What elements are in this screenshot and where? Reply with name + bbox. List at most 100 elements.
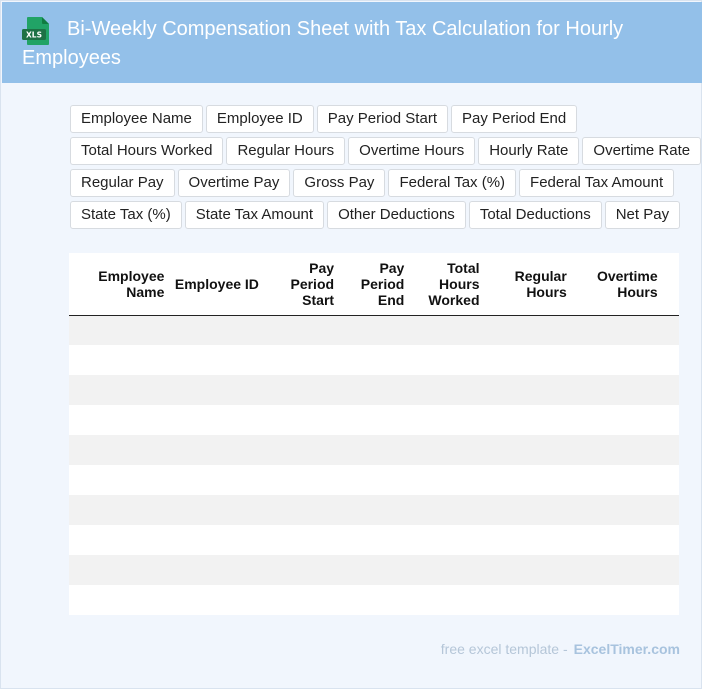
table-cell[interactable] [570, 435, 662, 465]
table-cell[interactable] [338, 495, 409, 525]
table-cell[interactable] [338, 525, 409, 555]
table-cell[interactable] [168, 525, 263, 555]
table-cell[interactable] [483, 315, 571, 345]
field-chip[interactable]: Regular Hours [226, 137, 346, 165]
table-cell[interactable] [483, 435, 571, 465]
table-cell[interactable] [69, 345, 169, 375]
table-cell[interactable] [570, 555, 662, 585]
field-chip[interactable]: Regular Pay [70, 169, 175, 197]
table-cell[interactable] [661, 495, 679, 525]
table-cell[interactable] [338, 405, 409, 435]
field-chip[interactable]: Overtime Pay [177, 169, 291, 197]
table-cell[interactable] [408, 465, 484, 495]
table-cell[interactable] [570, 375, 662, 405]
field-chip[interactable]: Pay Period End [450, 105, 578, 133]
table-cell[interactable] [69, 435, 169, 465]
column-header[interactable]: Hourly Rate [661, 253, 679, 316]
field-chip[interactable]: Net Pay [604, 201, 681, 229]
table-cell[interactable] [168, 375, 263, 405]
table-cell[interactable] [168, 555, 263, 585]
table-cell[interactable] [661, 585, 679, 615]
table-cell[interactable] [338, 375, 409, 405]
table-cell[interactable] [168, 345, 263, 375]
field-chip[interactable]: State Tax (%) [70, 201, 182, 229]
column-header[interactable]: Employee Name [69, 253, 169, 316]
table-cell[interactable] [69, 555, 169, 585]
table-cell[interactable] [408, 435, 484, 465]
table-cell[interactable] [69, 375, 169, 405]
table-cell[interactable] [168, 465, 263, 495]
table-cell[interactable] [570, 525, 662, 555]
table-cell[interactable] [661, 345, 679, 375]
table-cell[interactable] [408, 555, 484, 585]
table-cell[interactable] [483, 405, 571, 435]
table-cell[interactable] [168, 435, 263, 465]
field-chip[interactable]: Federal Tax (%) [388, 169, 517, 197]
table-cell[interactable] [168, 495, 263, 525]
table-cell[interactable] [570, 585, 662, 615]
table-cell[interactable] [661, 555, 679, 585]
table-cell[interactable] [338, 465, 409, 495]
table-cell[interactable] [338, 345, 409, 375]
table-cell[interactable] [262, 555, 339, 585]
table-cell[interactable] [168, 405, 263, 435]
table-cell[interactable] [483, 465, 571, 495]
table-cell[interactable] [69, 405, 169, 435]
column-header[interactable]: Pay Period Start [262, 253, 339, 316]
field-chip[interactable]: Total Hours Worked [70, 137, 224, 165]
table-cell[interactable] [661, 465, 679, 495]
table-cell[interactable] [661, 405, 679, 435]
field-chip[interactable]: Employee ID [205, 105, 314, 133]
table-cell[interactable] [483, 555, 571, 585]
table-cell[interactable] [69, 495, 169, 525]
table-cell[interactable] [483, 585, 571, 615]
field-chip[interactable]: Overtime Rate [582, 137, 702, 165]
footer-brand-link[interactable]: ExcelTimer.com [574, 641, 680, 657]
table-cell[interactable] [69, 465, 169, 495]
table-cell[interactable] [408, 375, 484, 405]
table-cell[interactable] [69, 315, 169, 345]
field-chip[interactable]: Federal Tax Amount [519, 169, 675, 197]
table-cell[interactable] [570, 495, 662, 525]
field-chip[interactable]: Employee Name [70, 105, 203, 133]
table-cell[interactable] [338, 555, 409, 585]
table-cell[interactable] [262, 405, 339, 435]
table-cell[interactable] [483, 525, 571, 555]
field-chip[interactable]: Other Deductions [327, 201, 466, 229]
table-cell[interactable] [262, 315, 339, 345]
table-cell[interactable] [338, 315, 409, 345]
table-cell[interactable] [262, 345, 339, 375]
table-cell[interactable] [408, 495, 484, 525]
table-cell[interactable] [661, 375, 679, 405]
field-chip[interactable]: Total Deductions [468, 201, 602, 229]
table-cell[interactable] [338, 435, 409, 465]
field-chip[interactable]: State Tax Amount [184, 201, 325, 229]
field-chip[interactable]: Hourly Rate [478, 137, 580, 165]
table-cell[interactable] [69, 525, 169, 555]
table-cell[interactable] [69, 585, 169, 615]
column-header[interactable]: Overtime Hours [570, 253, 662, 316]
table-cell[interactable] [483, 375, 571, 405]
table-cell[interactable] [408, 315, 484, 345]
table-cell[interactable] [168, 585, 263, 615]
table-cell[interactable] [661, 435, 679, 465]
table-cell[interactable] [262, 465, 339, 495]
table-cell[interactable] [661, 525, 679, 555]
field-chip[interactable]: Pay Period Start [316, 105, 448, 133]
table-cell[interactable] [262, 495, 339, 525]
table-cell[interactable] [262, 585, 339, 615]
table-cell[interactable] [408, 585, 484, 615]
table-cell[interactable] [408, 345, 484, 375]
table-cell[interactable] [262, 435, 339, 465]
table-cell[interactable] [262, 375, 339, 405]
table-cell[interactable] [570, 315, 662, 345]
column-header[interactable]: Pay Period End [338, 253, 409, 316]
table-cell[interactable] [483, 345, 571, 375]
column-header[interactable]: Total Hours Worked [408, 253, 484, 316]
table-cell[interactable] [262, 525, 339, 555]
table-cell[interactable] [338, 585, 409, 615]
table-cell[interactable] [570, 405, 662, 435]
table-cell[interactable] [570, 345, 662, 375]
field-chip[interactable]: Gross Pay [293, 169, 386, 197]
table-cell[interactable] [168, 315, 263, 345]
